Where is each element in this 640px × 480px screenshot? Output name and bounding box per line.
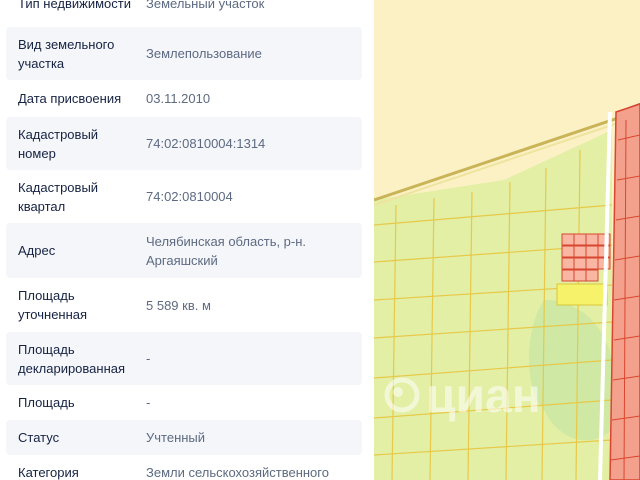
detail-value: 74:02:0810004:1314 (146, 136, 266, 151)
detail-value: 03.11.2010 (146, 91, 211, 106)
details-panel: Тип недвижимости Земельный участок Вид з… (0, 0, 374, 480)
detail-row-area-refined: Площадь уточненная 5 589 кв. м (6, 278, 362, 332)
selected-parcel[interactable] (556, 283, 608, 306)
cadastral-map[interactable]: циан (374, 0, 640, 480)
detail-row-cadastral-quarter: Кадастровый квартал 74:02:0810004 (6, 170, 362, 223)
detail-value: Землепользование (146, 46, 262, 61)
detail-label: Площадь уточненная (18, 288, 88, 322)
detail-row-area: Площадь - (6, 385, 362, 420)
detail-row-property-type: Тип недвижимости Земельный участок (6, 0, 362, 27)
detail-row-assign-date: Дата присвоения 03.11.2010 (6, 80, 362, 117)
detail-label: Кадастровый квартал (18, 179, 99, 214)
detail-row-category: Категория Земли сельскохозяйственного (6, 455, 362, 480)
detail-row-cadastral-number: Кадастровый номер 74:02:0810004:1314 (6, 117, 362, 170)
detail-row-status: Статус Учтенный (6, 420, 362, 455)
detail-value: 74:02:0810004 (146, 189, 233, 204)
detail-value: 5 589 кв. м (146, 297, 211, 313)
detail-value: Земельный участок (146, 0, 265, 11)
detail-label: Адрес (18, 243, 56, 258)
detail-label: Площадь декларированная (18, 341, 126, 376)
map-canvas[interactable]: циан (374, 0, 640, 480)
detail-label: Дата присвоения (18, 91, 122, 106)
detail-label: Тип недвижимости (18, 0, 132, 11)
detail-row-area-declared: Площадь декларированная - (6, 332, 362, 385)
watermark-text: циан (426, 370, 541, 423)
detail-value: - (146, 395, 151, 410)
detail-row-land-type: Вид земельного участка Землепользование (6, 27, 362, 80)
detail-label: Вид земельного участка (18, 36, 115, 71)
detail-label: Площадь (18, 395, 75, 410)
detail-value: - (146, 351, 151, 366)
detail-label: Кадастровый номер (18, 126, 99, 161)
detail-value: Челябинская область, р-н. Аргаяшский (146, 233, 307, 268)
details-list: Тип недвижимости Земельный участок Вид з… (6, 0, 362, 480)
detail-value: Земли сельскохозяйственного (146, 465, 329, 480)
detail-label: Статус (18, 430, 60, 445)
detail-row-address: Адрес Челябинская область, р-н. Аргаяшск… (6, 223, 362, 278)
detail-value: Учтенный (146, 430, 206, 445)
detail-label: Категория (18, 465, 79, 480)
